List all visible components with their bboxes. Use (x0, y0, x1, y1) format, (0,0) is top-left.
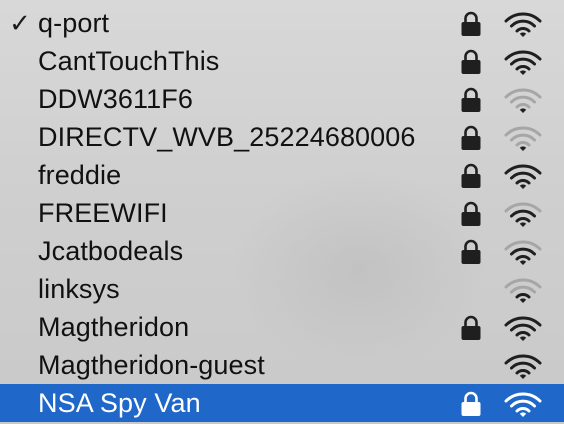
network-name: freddie (38, 160, 122, 190)
wifi-signal-icon (503, 315, 543, 343)
lock-icon (459, 390, 483, 418)
network-name: Magtheridon-guest (38, 350, 265, 380)
wifi-signal-icon (503, 11, 543, 39)
network-item[interactable]: FREEWIFI (0, 194, 564, 232)
network-item[interactable]: NSA Spy Van (0, 384, 564, 422)
network-item[interactable]: Jcatbodeals (0, 232, 564, 270)
network-name: q-port (38, 8, 110, 38)
network-name: linksys (38, 274, 120, 304)
network-name: Magtheridon (38, 312, 190, 342)
wifi-signal-icon (503, 201, 543, 229)
lock-icon (459, 124, 483, 152)
lock-icon (459, 48, 483, 76)
lock-icon (459, 314, 483, 342)
checkmark-icon: ✓ (9, 8, 31, 38)
network-name: DDW3611F6 (38, 84, 193, 114)
wifi-signal-icon (503, 49, 543, 77)
wifi-signal-icon (503, 353, 543, 381)
network-item[interactable]: Magtheridon-guest (0, 346, 564, 384)
network-item[interactable]: freddie (0, 156, 564, 194)
wifi-signal-icon (503, 239, 543, 267)
wifi-signal-icon (503, 87, 543, 115)
network-item[interactable]: DIRECTV_WVB_25224680006 (0, 118, 564, 156)
network-item[interactable]: ✓ q-port (0, 4, 564, 42)
network-name: NSA Spy Van (38, 388, 201, 418)
wifi-signal-icon (503, 125, 543, 153)
wifi-signal-icon (503, 391, 543, 419)
lock-icon (459, 86, 483, 114)
network-name: DIRECTV_WVB_25224680006 (38, 122, 416, 152)
network-item[interactable]: DDW3611F6 (0, 80, 564, 118)
wifi-signal-icon (503, 163, 543, 191)
network-name: FREEWIFI (38, 198, 168, 228)
network-item[interactable]: Magtheridon (0, 308, 564, 346)
network-item[interactable]: linksys (0, 270, 564, 308)
network-name: CantTouchThis (38, 46, 220, 76)
network-item[interactable]: CantTouchThis (0, 42, 564, 80)
network-name: Jcatbodeals (38, 236, 184, 266)
wifi-signal-icon (503, 277, 543, 305)
wifi-network-menu: ✓ q-port CantTouchThis DDW3611F6 DIRECTV_WVB… (0, 0, 564, 424)
lock-icon (459, 162, 483, 190)
lock-icon (459, 200, 483, 228)
lock-icon (459, 238, 483, 266)
lock-icon (459, 10, 483, 38)
